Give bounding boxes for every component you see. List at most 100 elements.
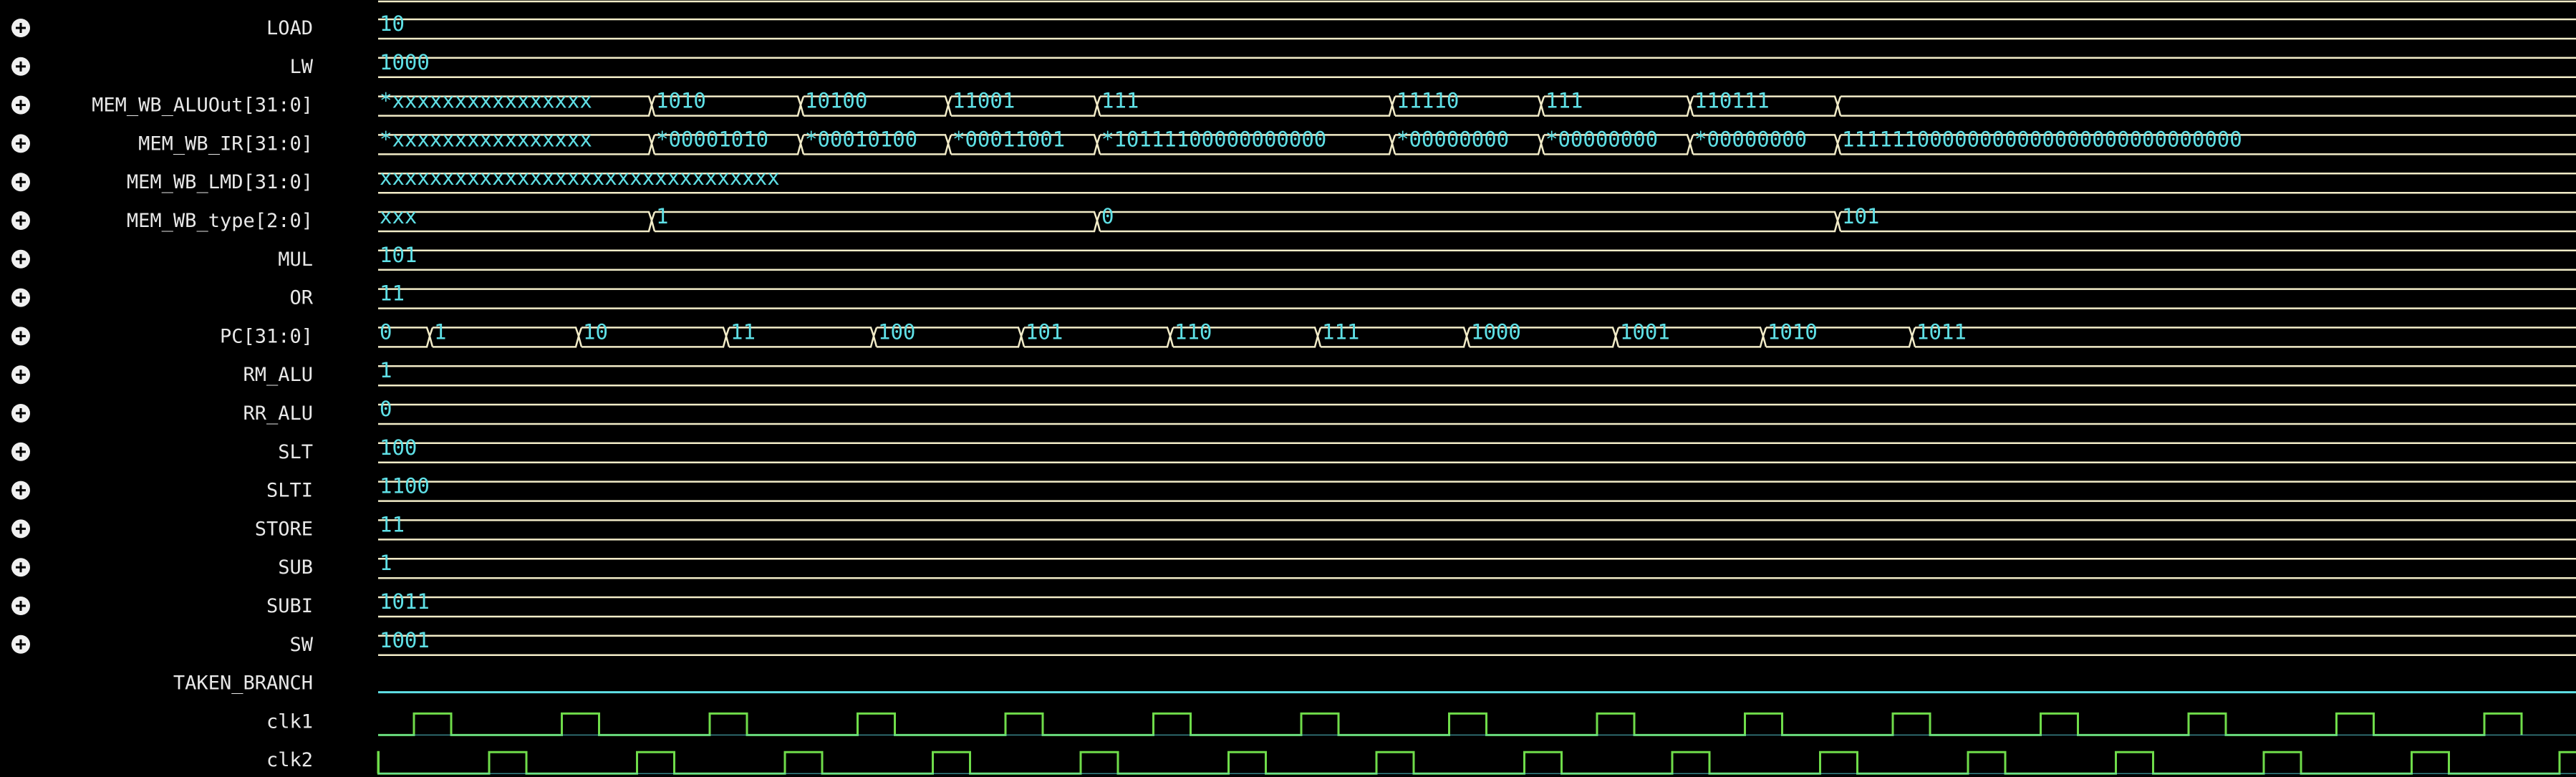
signal-name[interactable]: MEM_WB_type[2:0]: [127, 210, 313, 232]
plus-circle-icon[interactable]: [11, 19, 30, 37]
bus-segment-value: 111: [1545, 89, 1583, 113]
bus-segment-value: 11: [730, 319, 756, 344]
signal-trace[interactable]: *xxxxxxxxxxxxxxxx 1010 10100 11001 111 11110 1…: [378, 89, 2576, 117]
signal-trace[interactable]: xxxxxxxxxxxxxxxxxxxxxxxxxxxxxxxx: [378, 165, 2576, 194]
signal-row[interactable]: SW 1001: [11, 628, 2576, 657]
signal-name[interactable]: SW: [289, 634, 313, 656]
signal-value: 1011: [380, 589, 430, 614]
bus-segment-value: *00011001: [952, 127, 1065, 151]
bus-segment-value: 110111: [1694, 89, 1770, 113]
signal-name[interactable]: SLTI: [266, 480, 313, 502]
bus-segment-value: *00000000: [1396, 127, 1509, 151]
signal-trace[interactable]: 1: [378, 551, 2576, 579]
signal-trace[interactable]: [377, 751, 2576, 775]
plus-circle-icon[interactable]: [11, 288, 30, 307]
signal-trace[interactable]: 1011: [378, 589, 2576, 618]
plus-circle-icon[interactable]: [11, 211, 30, 230]
plus-circle-icon[interactable]: [11, 95, 30, 115]
plus-circle-icon[interactable]: [11, 519, 30, 539]
signal-trace[interactable]: 1100: [378, 474, 2576, 502]
signal-value: 1000: [380, 50, 430, 74]
signal-trace[interactable]: [378, 712, 2576, 736]
signal-row[interactable]: SLTI 1100: [11, 474, 2576, 502]
signal-row[interactable]: MEM_WB_ALUOut[31:0] *xxxxxxxxxxxxxxxx 1010…: [11, 89, 2576, 117]
plus-circle-icon[interactable]: [11, 634, 30, 654]
plus-circle-icon[interactable]: [11, 442, 30, 461]
signal-value: 10: [380, 11, 405, 36]
signal-value: 1: [380, 551, 392, 575]
signal-name[interactable]: MEM_WB_ALUOut[31:0]: [92, 95, 313, 117]
signal-value: 11: [380, 281, 405, 306]
plus-circle-icon[interactable]: [11, 327, 30, 346]
signal-name[interactable]: SUBI: [266, 595, 313, 617]
signal-row[interactable]: LW 1000: [11, 50, 2576, 79]
bus-segment-value: *00001010: [656, 127, 768, 151]
signal-row[interactable]: OR 11: [11, 281, 2576, 309]
signal-name[interactable]: clk1: [266, 710, 313, 733]
signal-name[interactable]: SUB: [278, 556, 313, 579]
signal-trace[interactable]: 0 1 10 11 100 101 110 111 1000 1001 1010 1011: [378, 319, 2576, 348]
signal-row[interactable]: clk1: [266, 710, 2576, 736]
signal-name[interactable]: OR: [289, 287, 313, 309]
bus-segment-value: 10100: [805, 89, 867, 113]
signal-name[interactable]: clk2: [266, 749, 313, 771]
signal-name[interactable]: RM_ALU: [243, 364, 313, 386]
signal-name[interactable]: LW: [289, 56, 313, 78]
signal-row[interactable]: LOAD 10: [11, 11, 2576, 40]
signal-trace[interactable]: 100: [378, 435, 2576, 464]
signal-trace[interactable]: 10: [378, 11, 2576, 40]
signal-value: 100: [380, 435, 417, 460]
bus-segment-value: *10111100000000000: [1101, 127, 1326, 151]
signal-trace[interactable]: 101: [378, 243, 2576, 271]
bus-segment-value: *00000000: [1694, 127, 1807, 151]
signal-trace[interactable]: xxx 1 0 101: [378, 204, 2576, 233]
plus-circle-icon[interactable]: [11, 404, 30, 423]
signal-name[interactable]: SLT: [278, 441, 313, 463]
signal-row[interactable]: MEM_WB_type[2:0] xxx 1 0 101: [11, 204, 2576, 233]
bus-segment-value: 11111100000000000000000000000000: [1842, 127, 2242, 151]
signal-row[interactable]: PC[31:0] 0 1 10 11 100 101 110 111 1000 1001 1010 10…: [11, 319, 2576, 348]
signal-row[interactable]: RR_ALU 0: [11, 397, 2576, 425]
waveform-viewer[interactable]: LOAD 10LW 1000MEM_WB_ALUOut[31:0] *xxxxxxxx…: [0, 0, 2576, 777]
bus-segment-value: 0: [1101, 204, 1114, 228]
signal-row[interactable]: MEM_WB_IR[31:0] *xxxxxxxxxxxxxxxx *0000101…: [11, 127, 2576, 155]
signal-name[interactable]: TAKEN_BRANCH: [173, 672, 313, 695]
signal-name[interactable]: RR_ALU: [243, 402, 313, 425]
signal-name[interactable]: LOAD: [266, 17, 313, 39]
signal-row[interactable]: MUL 101: [11, 243, 2576, 271]
signal-name[interactable]: MUL: [278, 248, 313, 271]
plus-circle-icon[interactable]: [11, 597, 30, 615]
plus-circle-icon[interactable]: [11, 57, 30, 76]
signal-trace[interactable]: 0: [378, 397, 2576, 425]
signal-trace[interactable]: 11: [378, 281, 2576, 309]
bus-segment-value: 0: [380, 319, 392, 344]
signal-row[interactable]: SLT 100: [11, 435, 2576, 464]
signal-row[interactable]: TAKEN_BRANCH: [173, 672, 2576, 695]
plus-circle-icon[interactable]: [11, 134, 30, 153]
signal-name[interactable]: STORE: [255, 518, 313, 540]
signal-row[interactable]: clk2: [266, 749, 2576, 775]
plus-circle-icon[interactable]: [11, 481, 30, 500]
signal-trace[interactable]: *xxxxxxxxxxxxxxxx *00001010 *00010100 *0001…: [378, 127, 2576, 155]
signal-row[interactable]: RM_ALU 1: [11, 358, 2576, 387]
signal-trace[interactable]: 11: [378, 512, 2576, 541]
signal-row[interactable]: SUB 1: [11, 551, 2576, 579]
bus-segment-value: 1000: [1471, 319, 1521, 344]
plus-circle-icon[interactable]: [11, 365, 30, 385]
signal-trace[interactable]: 1000: [378, 50, 2576, 79]
bus-segment-value: 1001: [1620, 319, 1670, 344]
signal-name[interactable]: PC[31:0]: [220, 325, 313, 347]
signal-name[interactable]: MEM_WB_IR[31:0]: [138, 132, 313, 155]
signal-trace[interactable]: 1: [378, 358, 2576, 387]
signal-value: 1: [380, 358, 392, 382]
signal-name[interactable]: MEM_WB_LMD[31:0]: [127, 171, 313, 193]
signal-row[interactable]: MEM_WB_LMD[31:0] xxxxxxxxxxxxxxxxxxxxxxxx…: [11, 165, 2576, 194]
plus-circle-icon[interactable]: [11, 173, 30, 192]
signal-value: xxxxxxxxxxxxxxxxxxxxxxxxxxxxxxxx: [380, 165, 780, 190]
signal-row[interactable]: STORE 11: [11, 512, 2576, 541]
bus-segment-value: 11001: [952, 89, 1015, 113]
plus-circle-icon[interactable]: [11, 558, 30, 577]
signal-trace[interactable]: 1001: [378, 628, 2576, 657]
signal-row[interactable]: SUBI 1011: [11, 589, 2576, 618]
plus-circle-icon[interactable]: [11, 249, 30, 269]
